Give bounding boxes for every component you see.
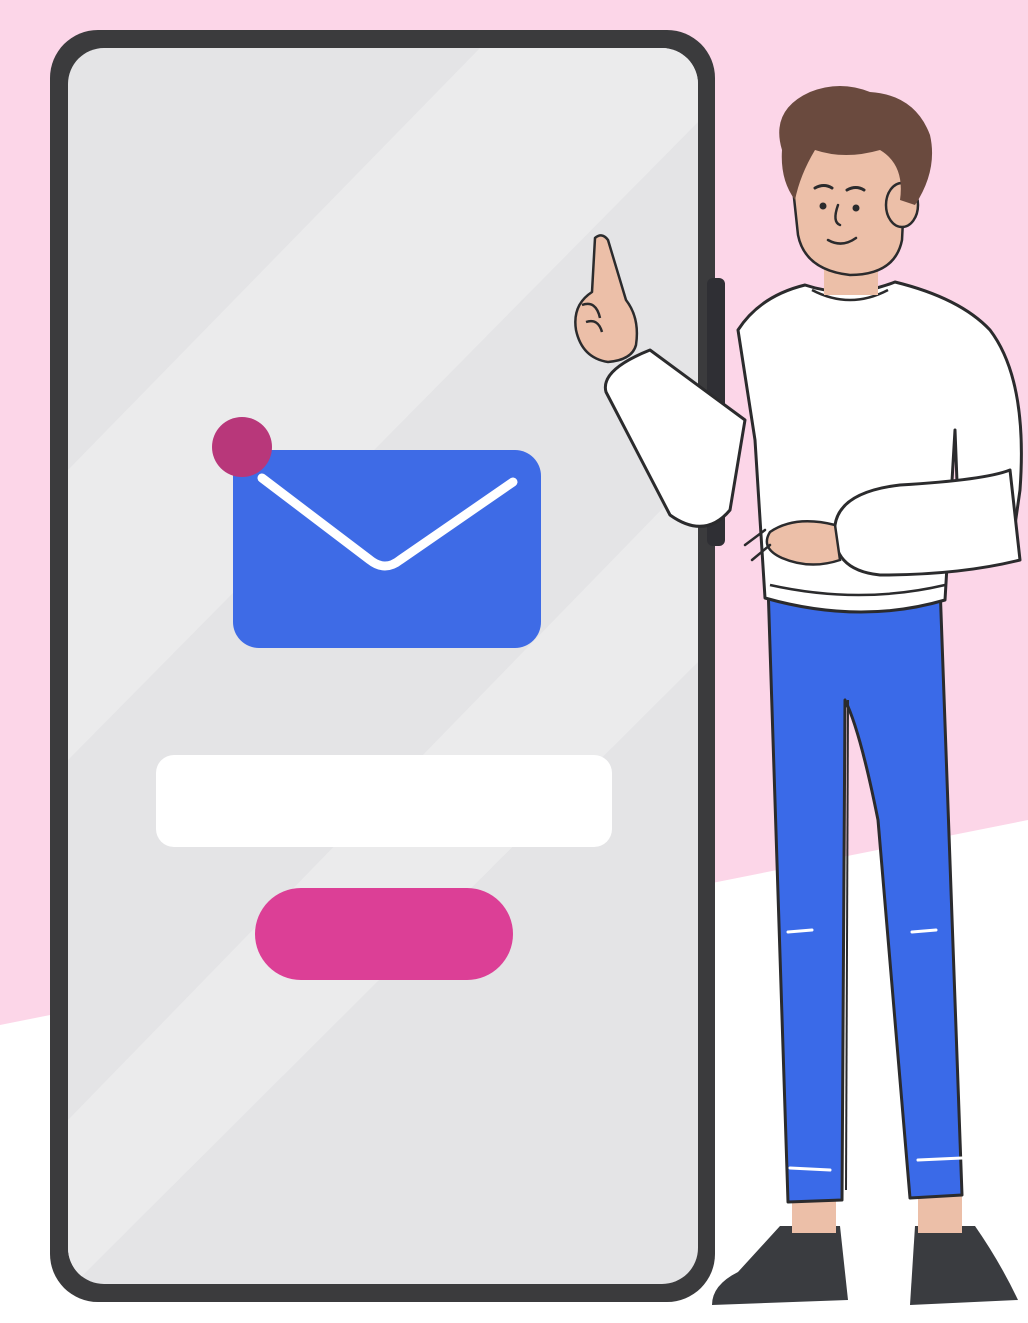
- notification-badge-icon: [212, 417, 272, 477]
- smartphone: [50, 30, 725, 1302]
- email-input[interactable]: [156, 755, 612, 847]
- envelope-icon: [233, 450, 541, 648]
- submit-button[interactable]: [255, 888, 513, 980]
- illustration-canvas: [0, 0, 1028, 1323]
